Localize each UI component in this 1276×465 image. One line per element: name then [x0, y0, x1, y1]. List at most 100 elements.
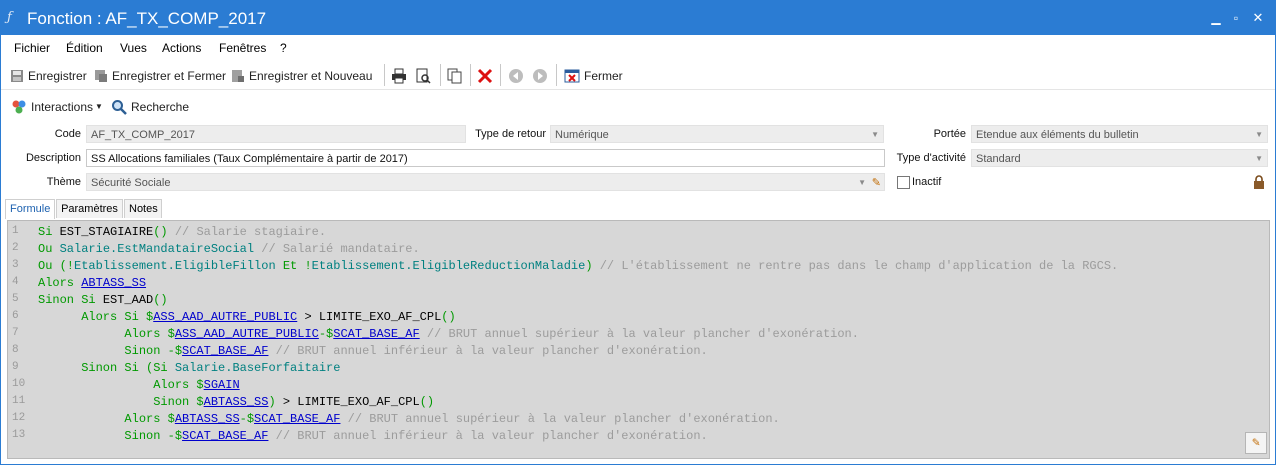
toolbar-separator [384, 64, 385, 86]
menu-help[interactable]: ? [280, 41, 287, 55]
code-token: ) [268, 395, 276, 409]
copy-icon [447, 68, 462, 84]
code-field[interactable]: AF_TX_COMP_2017 [86, 125, 466, 143]
code-line: Alors ABTASS_SS [38, 275, 146, 292]
close-window-icon[interactable]: ✕ [1251, 11, 1265, 25]
menu-fenetres[interactable]: Fenêtres [219, 41, 266, 55]
code-token: // BRUT annuel inférieur à la valeur pla… [268, 429, 708, 443]
interactions-label: Interactions [31, 99, 94, 114]
next-button[interactable] [532, 67, 552, 83]
save-new-icon [232, 69, 244, 82]
code-token: > [297, 310, 319, 324]
activity-type-select[interactable]: Standard ▼ [971, 149, 1268, 167]
search-button[interactable]: Recherche [111, 98, 190, 115]
code-token: // Salarié mandataire. [254, 242, 420, 256]
print-button[interactable] [391, 67, 411, 84]
code-token: Si [38, 225, 60, 239]
save-close-button[interactable]: Enregistrer et Fermer [94, 67, 226, 83]
menu-actions[interactable]: Actions [162, 41, 201, 55]
line-number: 9 [12, 361, 19, 373]
code-token: Sinon -$ [38, 429, 183, 443]
edit-pencil-icon[interactable]: ✎ [872, 174, 881, 192]
code-token: SCAT_BASE_AF [333, 327, 420, 341]
save-close-icon [95, 69, 107, 82]
code-token: ABTASS_SS [174, 412, 240, 426]
menu-edition[interactable]: Édition [66, 41, 103, 55]
code-token: ASS_AAD_AUTRE_PUBLIC [174, 327, 319, 341]
interactions-button[interactable]: Interactions ▼ [11, 98, 103, 114]
close-label: Fermer [584, 68, 623, 83]
formula-editor[interactable]: 1 2 3 4 5 6 7 8 9 10 11 12 13 Si EST_STAGIAIRE() // … [7, 220, 1270, 459]
code-token: SGAIN [203, 378, 240, 392]
code-token: () [419, 395, 435, 409]
code-token: ABTASS_SS [81, 276, 147, 290]
inactive-checkbox[interactable] [897, 176, 910, 189]
line-number: 3 [12, 259, 19, 271]
line-number: 6 [12, 310, 19, 322]
copy-button[interactable] [447, 67, 467, 84]
code-token: Alors Si $ [38, 310, 154, 324]
previous-button[interactable] [508, 67, 528, 83]
code-token: // BRUT annuel supérieur à la valeur pla… [340, 412, 780, 426]
code-token: ) [585, 259, 593, 273]
secondary-toolbar: Interactions ▼ Recherche [1, 93, 1275, 119]
scope-select[interactable]: Etendue aux éléments du bulletin ▼ [971, 125, 1268, 143]
toolbar-separator [556, 64, 557, 86]
scope-label: Portée [933, 128, 966, 140]
toolbar-separator [500, 64, 501, 86]
description-field[interactable]: SS Allocations familiales (Taux Compléme… [86, 149, 885, 167]
search-label: Recherche [131, 99, 190, 114]
menu-vues[interactable]: Vues [120, 41, 147, 55]
save-new-label: Enregistrer et Nouveau [249, 68, 373, 83]
code-token: Ou (! [38, 259, 75, 273]
code-token: ASS_AAD_AUTRE_PUBLIC [153, 310, 298, 324]
interactions-icon [12, 100, 26, 114]
code-token: -$ [318, 327, 334, 341]
code-token: SCAT_BASE_AF [182, 344, 269, 358]
code-token: -$ [239, 412, 255, 426]
edit-pencil-icon[interactable]: ✎ [1245, 432, 1267, 454]
activity-type-value: Standard [976, 153, 1021, 165]
save-button[interactable]: Enregistrer [10, 67, 87, 83]
line-number: 4 [12, 276, 19, 288]
minimize-icon[interactable]: ▁ [1209, 11, 1223, 25]
code-token: LIMITE_EXO_AF_CPL [297, 395, 420, 409]
code-token: Alors $ [38, 327, 175, 341]
delete-button[interactable] [477, 67, 497, 83]
menu-fichier[interactable]: Fichier [14, 41, 50, 55]
code-line: Sinon -$SCAT_BASE_AF // BRUT annuel infé… [38, 343, 708, 360]
tab-parametres[interactable]: Paramètres [56, 199, 123, 218]
code-line: Sinon Si EST_AAD() [38, 292, 168, 309]
line-number: 10 [12, 378, 26, 390]
code-token: Sinon Si [38, 293, 103, 307]
return-type-select[interactable]: Numérique ▼ [550, 125, 884, 143]
code-token: EST_AAD [102, 293, 154, 307]
code-token: () [153, 225, 175, 239]
save-new-button[interactable]: Enregistrer et Nouveau [231, 67, 372, 83]
code-token: Salarie.EstMandataireSocial [59, 242, 255, 256]
code-token: LIMITE_EXO_AF_CPL [318, 310, 442, 324]
code-token: // BRUT annuel inférieur à la valeur pla… [268, 344, 708, 358]
menu-bar: Fichier Édition Vues Actions Fenêtres ? [1, 36, 1275, 58]
description-label: Description [25, 152, 81, 164]
tab-notes[interactable]: Notes [124, 199, 162, 218]
code-token: () [441, 310, 456, 324]
title-bar: ƒ Fonction : AF_TX_COMP_2017 ▁ ▫ ✕ [1, 1, 1275, 35]
code-line: Sinon $ABTASS_SS) > LIMITE_EXO_AF_CPL() [38, 394, 434, 411]
window-title: Fonction : AF_TX_COMP_2017 [27, 9, 267, 28]
code-token: Alors $ [38, 378, 204, 392]
code-token: Salarie.BaseForfaitaire [174, 361, 341, 375]
theme-select[interactable]: Sécurité Sociale ▼ ✎ [86, 173, 885, 191]
maximize-icon[interactable]: ▫ [1229, 11, 1243, 25]
save-label: Enregistrer [28, 68, 87, 83]
line-number: 11 [12, 395, 26, 407]
line-number-gutter: 1 2 3 4 5 6 7 8 9 10 11 12 13 [8, 221, 36, 458]
line-number: 1 [12, 225, 19, 237]
previous-icon [509, 68, 523, 83]
print-preview-button[interactable] [415, 67, 435, 84]
next-icon [533, 68, 547, 83]
close-button[interactable]: Fermer [564, 67, 623, 83]
line-number: 8 [12, 344, 19, 356]
tab-formule[interactable]: Formule [5, 199, 55, 219]
line-number: 2 [12, 242, 19, 254]
